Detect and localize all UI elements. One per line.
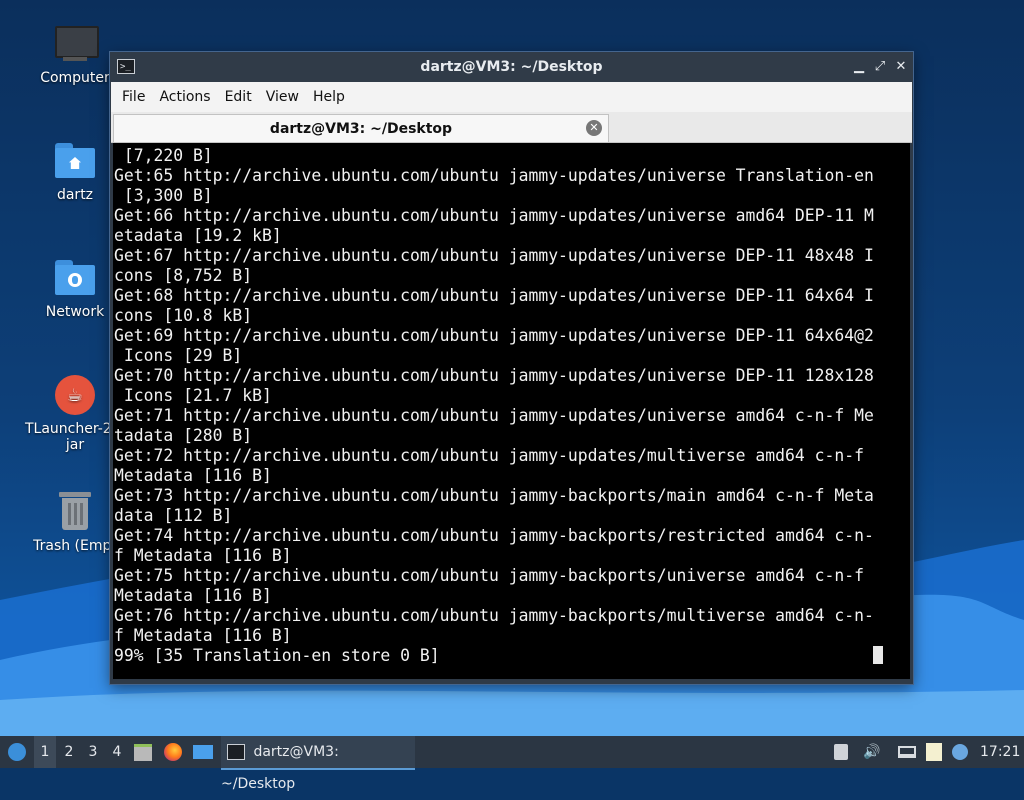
terminal-line: cons [10.8 kB] [114, 306, 253, 325]
whisker-menu-button[interactable] [4, 736, 30, 768]
terminal-app-icon [227, 744, 245, 760]
menu-file[interactable]: File [115, 82, 152, 112]
close-icon: ✕ [589, 121, 599, 134]
terminal-line: [7,220 B] [114, 146, 213, 165]
terminal-output[interactable]: [7,220 B] Get:65 http://archive.ubuntu.c… [113, 143, 910, 679]
menu-edit[interactable]: Edit [218, 82, 259, 112]
terminal-text: [7,220 B] Get:65 http://archive.ubuntu.c… [113, 143, 910, 666]
notes-icon [926, 743, 942, 761]
tab-close-button[interactable]: ✕ [586, 120, 602, 136]
terminal-line: Get:67 http://archive.ubuntu.com/ubuntu … [114, 246, 874, 265]
terminal-line: Get:65 http://archive.ubuntu.com/ubuntu … [114, 166, 874, 185]
tab-label: dartz@VM3: ~/Desktop [269, 121, 453, 137]
text-cursor [873, 646, 883, 664]
menu-view[interactable]: View [259, 82, 306, 112]
computer-icon [53, 22, 99, 66]
terminal-line: Get:70 http://archive.ubuntu.com/ubuntu … [114, 366, 874, 385]
firefox-icon [164, 743, 182, 761]
window-title: dartz@VM3: ~/Desktop [420, 59, 603, 75]
terminal-line: Get:69 http://archive.ubuntu.com/ubuntu … [114, 326, 874, 345]
home-folder-icon [53, 139, 97, 183]
window-titlebar[interactable]: >_ dartz@VM3: ~/Desktop ▁ ⤢ ✕ [110, 52, 913, 82]
workspace-1[interactable]: 1 [34, 736, 56, 768]
terminal-line: Get:66 http://archive.ubuntu.com/ubuntu … [114, 206, 874, 225]
trash-icon [53, 490, 97, 534]
clipboard-button[interactable] [834, 736, 852, 768]
workspace-3[interactable]: 3 [82, 736, 104, 768]
terminal-line: Icons [21.7 kB] [114, 386, 272, 405]
terminal-line: [3,300 B] [114, 186, 213, 205]
network-wired-icon [898, 746, 916, 758]
java-icon: ☕ [53, 373, 97, 417]
terminal-line: tadata [280 B] [114, 426, 253, 445]
volume-icon: 🔊 [863, 744, 881, 760]
app-menu-icon [8, 743, 26, 761]
file-manager-launcher[interactable] [134, 736, 156, 768]
terminal-line: etadata [19.2 kB] [114, 226, 282, 245]
menu-help[interactable]: Help [306, 82, 352, 112]
taskbar: 1 2 3 4 dartz@VM3: ~/Desktop 🔊 17:21 [0, 736, 1024, 792]
workspace-4[interactable]: 4 [106, 736, 128, 768]
network-folder-icon [53, 256, 97, 300]
firefox-launcher[interactable] [164, 736, 186, 768]
terminal-line: Get:76 http://archive.ubuntu.com/ubuntu … [114, 606, 874, 625]
terminal-line: cons [8,752 B] [114, 266, 253, 285]
updates-button[interactable] [952, 736, 974, 768]
close-button[interactable]: ✕ [892, 58, 910, 76]
close-icon: ✕ [895, 59, 907, 74]
desktop-icon [193, 745, 213, 759]
network-status-button[interactable] [898, 736, 920, 768]
file-manager-icon [134, 743, 152, 761]
terminal-tab[interactable]: dartz@VM3: ~/Desktop ✕ [113, 114, 609, 142]
show-desktop-button[interactable] [193, 736, 215, 768]
terminal-line: f Metadata [116 B] [114, 546, 292, 565]
minimize-icon: ▁ [854, 59, 864, 74]
maximize-icon: ⤢ [874, 59, 886, 74]
terminal-line: Metadata [116 B] [114, 586, 272, 605]
terminal-window[interactable]: >_ dartz@VM3: ~/Desktop ▁ ⤢ ✕ File Action… [110, 52, 913, 684]
terminal-line: Get:71 http://archive.ubuntu.com/ubuntu … [114, 406, 874, 425]
terminal-line: Metadata [116 B] [114, 466, 272, 485]
terminal-line: Icons [29 B] [114, 346, 243, 365]
task-terminal[interactable]: dartz@VM3: ~/Desktop [221, 736, 415, 792]
update-notifier-icon [952, 744, 968, 760]
notes-button[interactable] [926, 736, 948, 768]
menu-actions[interactable]: Actions [152, 82, 217, 112]
terminal-line: Get:73 http://archive.ubuntu.com/ubuntu … [114, 486, 874, 505]
terminal-line: Get:72 http://archive.ubuntu.com/ubuntu … [114, 446, 864, 465]
terminal-line: f Metadata [116 B] [114, 626, 292, 645]
terminal-line: Get:75 http://archive.ubuntu.com/ubuntu … [114, 566, 864, 585]
terminal-line: data [112 B] [114, 506, 233, 525]
terminal-line: Get:68 http://archive.ubuntu.com/ubuntu … [114, 286, 874, 305]
terminal-line: 99% [35 Translation-en store 0 B] [114, 646, 440, 665]
tab-strip: dartz@VM3: ~/Desktop ✕ [111, 112, 912, 143]
terminal-line: Get:74 http://archive.ubuntu.com/ubuntu … [114, 526, 874, 545]
clock[interactable]: 17:21 [980, 736, 1020, 768]
workspace-2[interactable]: 2 [58, 736, 80, 768]
maximize-button[interactable]: ⤢ [871, 58, 889, 76]
menu-bar: File Actions Edit View Help [111, 82, 912, 112]
clipboard-icon [834, 744, 848, 760]
minimize-button[interactable]: ▁ [850, 58, 868, 76]
volume-button[interactable]: 🔊 [862, 736, 882, 768]
